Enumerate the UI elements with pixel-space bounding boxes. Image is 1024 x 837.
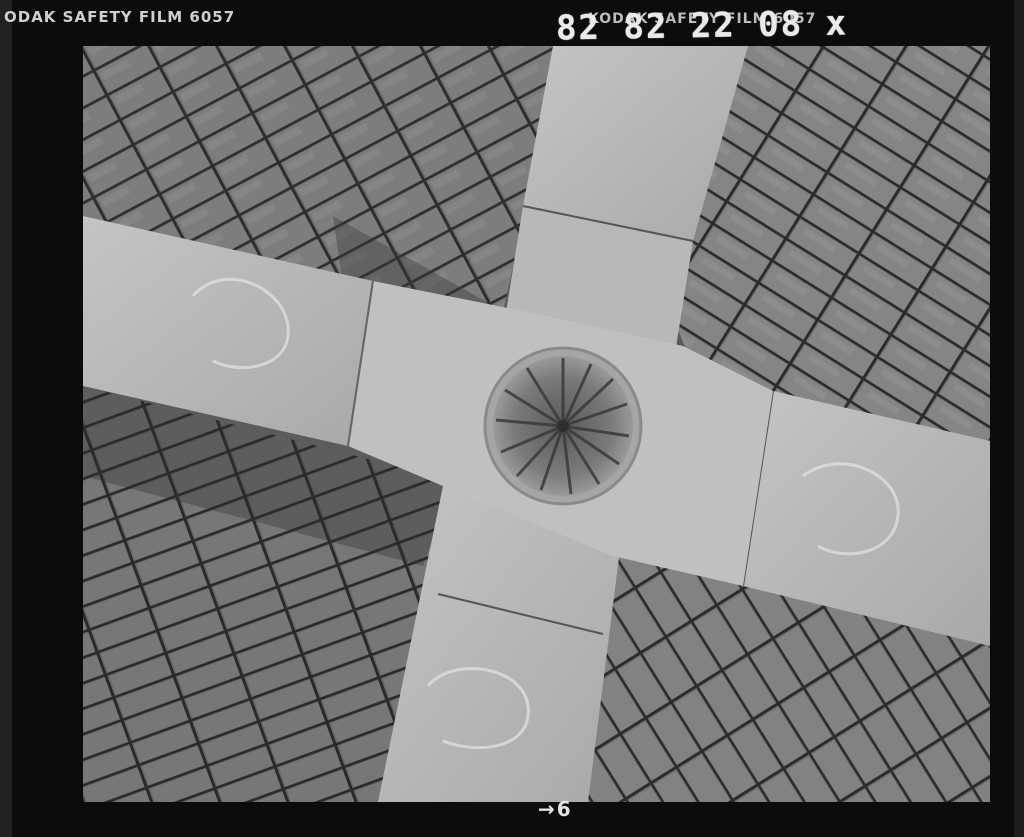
film-edge-print-left: ODAK SAFETY FILM 6057 <box>4 8 236 26</box>
film-negative-scan: ODAK SAFETY FILM 6057 KODAK SAFETY FILM … <box>0 0 1024 837</box>
frame-number: → 6 <box>538 797 571 821</box>
keystone-rosette <box>483 346 643 506</box>
vault-photograph <box>83 46 990 802</box>
frame-arrow-icon: → <box>538 797 555 821</box>
film-edge-right <box>1014 0 1024 837</box>
vault-photo-graphic <box>83 46 990 802</box>
handwritten-negative-code: 82 82 22 08 x <box>555 3 849 49</box>
frame-number-value: 6 <box>556 797 571 821</box>
film-edge-left <box>0 0 12 837</box>
